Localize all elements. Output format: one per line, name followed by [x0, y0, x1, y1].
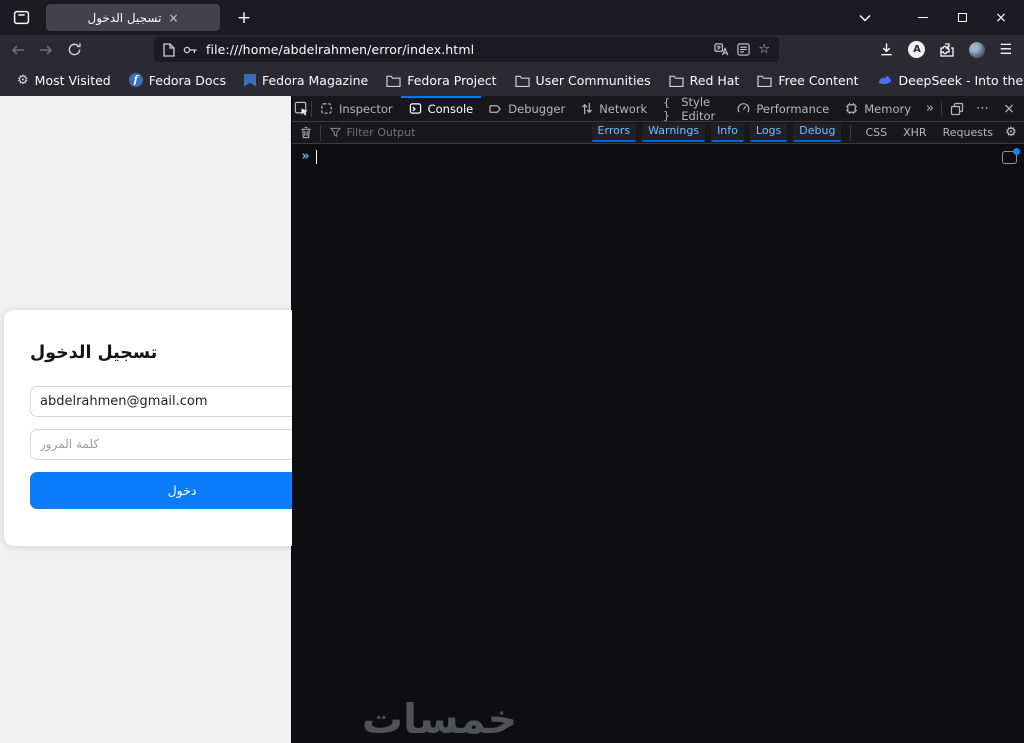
- reload-icon[interactable]: [66, 42, 82, 58]
- fedora-logo-icon: f: [128, 73, 143, 87]
- browser-window: تسجيل الدخول × + × file:///home/abdelrah…: [0, 0, 1024, 743]
- folder-icon: [514, 74, 530, 87]
- filter-requests[interactable]: Requests: [938, 125, 998, 140]
- login-title: تسجيل الدخول: [30, 343, 158, 363]
- performance-icon: [737, 102, 750, 115]
- bookmark-deepseek[interactable]: DeepSeek - Into the ...: [868, 68, 1024, 92]
- folder-icon: [669, 74, 684, 87]
- bookmarks-toolbar: ⚙ Most Visited f Fedora Docs Fedora Maga…: [0, 64, 1024, 96]
- bookmark-fedora-project[interactable]: Fedora Project: [377, 68, 505, 92]
- filter-output-input[interactable]: [346, 126, 567, 139]
- content-area: تسجيل الدخول دخول Inspector Console: [0, 95, 1024, 743]
- translate-icon[interactable]: [714, 43, 729, 56]
- filter-css[interactable]: CSS: [860, 125, 892, 140]
- account-avatar[interactable]: A: [908, 41, 926, 58]
- bookmark-user-communities[interactable]: User Communities: [506, 68, 660, 92]
- filter-info[interactable]: Info: [711, 123, 744, 142]
- divider: [941, 100, 942, 117]
- filter-output-box[interactable]: [321, 126, 591, 139]
- divider: [850, 124, 852, 141]
- console-input-row[interactable]: »: [292, 144, 1024, 164]
- login-button[interactable]: دخول: [30, 472, 334, 509]
- web-page: تسجيل الدخول دخول: [0, 96, 361, 743]
- funnel-icon: [330, 127, 342, 138]
- extension-icon[interactable]: [969, 41, 986, 58]
- console-settings-gear-icon[interactable]: ⚙: [998, 125, 1024, 140]
- tab-inspector[interactable]: Inspector: [312, 96, 401, 121]
- reader-mode-icon[interactable]: [737, 43, 750, 56]
- console-prompt-icon: »: [301, 149, 310, 164]
- forward-icon[interactable]: [38, 42, 54, 58]
- split-console-icon[interactable]: [946, 99, 968, 119]
- tab-performance[interactable]: Performance: [729, 96, 837, 121]
- new-tab-button[interactable]: +: [232, 6, 256, 30]
- notification-badge-icon[interactable]: [1002, 148, 1020, 164]
- minimize-button[interactable]: [910, 5, 936, 31]
- folder-icon: [757, 74, 772, 87]
- tab-debugger[interactable]: Debugger: [481, 96, 573, 121]
- debugger-icon: [489, 103, 502, 115]
- memory-icon: [845, 102, 858, 115]
- app-menu-icon[interactable]: ☰: [999, 42, 1012, 58]
- bookmark-most-visited[interactable]: ⚙ Most Visited: [8, 68, 120, 92]
- tab-style-editor[interactable]: { } Style Editor: [655, 95, 729, 123]
- downloads-icon[interactable]: [879, 42, 894, 57]
- filter-xhr[interactable]: XHR: [898, 125, 931, 140]
- tab-title: تسجيل الدخول: [87, 10, 162, 25]
- devtools-tabbar: Inspector Console Debugger Network { } S…: [292, 95, 1024, 123]
- bookmark-fedora-docs[interactable]: f Fedora Docs: [120, 68, 235, 92]
- console-icon: [409, 102, 422, 115]
- gear-icon: ⚙: [17, 72, 29, 88]
- console-filterbar: Errors Warnings Info Logs Debug CSS XHR …: [292, 122, 1024, 144]
- network-icon: [581, 102, 593, 115]
- key-icon: [183, 45, 198, 55]
- inspector-icon: [320, 102, 333, 115]
- extensions-puzzle-icon[interactable]: [939, 42, 955, 58]
- bookmark-fedora-magazine[interactable]: Fedora Magazine: [235, 68, 377, 92]
- window-controls: ×: [910, 5, 1018, 31]
- bookmark-star-icon[interactable]: ☆: [758, 42, 770, 57]
- filter-logs[interactable]: Logs: [749, 123, 788, 142]
- tab-close-icon[interactable]: ×: [168, 12, 178, 24]
- url-bar[interactable]: file:///home/abdelrahmen/error/index.htm…: [154, 37, 779, 62]
- console-level-filters: Errors Warnings Info Logs Debug CSS XHR …: [591, 123, 998, 142]
- toolbar-right-icons: A ☰: [879, 41, 1014, 58]
- url-text: file:///home/abdelrahmen/error/index.htm…: [206, 42, 475, 57]
- navigation-toolbar: file:///home/abdelrahmen/error/index.htm…: [0, 35, 1024, 64]
- flag-icon: [243, 73, 256, 87]
- page-icon[interactable]: [163, 42, 175, 57]
- devtools-toolbar-buttons: ⋯ ×: [941, 99, 1024, 119]
- devtools-tabs-overflow-icon[interactable]: »: [919, 101, 941, 116]
- text-caret: [316, 149, 318, 164]
- braces-icon: { }: [663, 95, 670, 122]
- back-icon[interactable]: [10, 42, 26, 58]
- clear-console-trash-icon[interactable]: [292, 126, 320, 139]
- console-output-area[interactable]: » خمسات: [292, 144, 1024, 743]
- whale-icon: [877, 74, 893, 86]
- devtools-menu-icon[interactable]: ⋯: [972, 99, 994, 119]
- filter-warnings[interactable]: Warnings: [642, 123, 706, 142]
- khamsat-watermark: خمسات: [361, 695, 518, 743]
- bookmark-free-content[interactable]: Free Content: [748, 68, 867, 92]
- pick-element-icon[interactable]: [292, 96, 311, 121]
- maximize-button[interactable]: [949, 5, 975, 31]
- list-all-tabs-chevron-icon[interactable]: [852, 5, 878, 31]
- devtools-panel: Inspector Console Debugger Network { } S…: [291, 95, 1024, 743]
- tab-network[interactable]: Network: [573, 96, 655, 121]
- tab-memory[interactable]: Memory: [837, 96, 919, 121]
- devtools-close-icon[interactable]: ×: [998, 99, 1020, 119]
- close-button[interactable]: ×: [988, 5, 1014, 31]
- filter-errors[interactable]: Errors: [591, 123, 637, 142]
- tab-strip: تسجيل الدخول × + ×: [0, 0, 1024, 35]
- tab-console[interactable]: Console: [400, 96, 482, 121]
- firefox-view-icon[interactable]: [8, 5, 34, 31]
- browser-tab[interactable]: تسجيل الدخول ×: [46, 4, 220, 31]
- folder-icon: [386, 74, 401, 87]
- filter-debug[interactable]: Debug: [793, 123, 842, 142]
- bookmark-red-hat[interactable]: Red Hat: [660, 68, 749, 92]
